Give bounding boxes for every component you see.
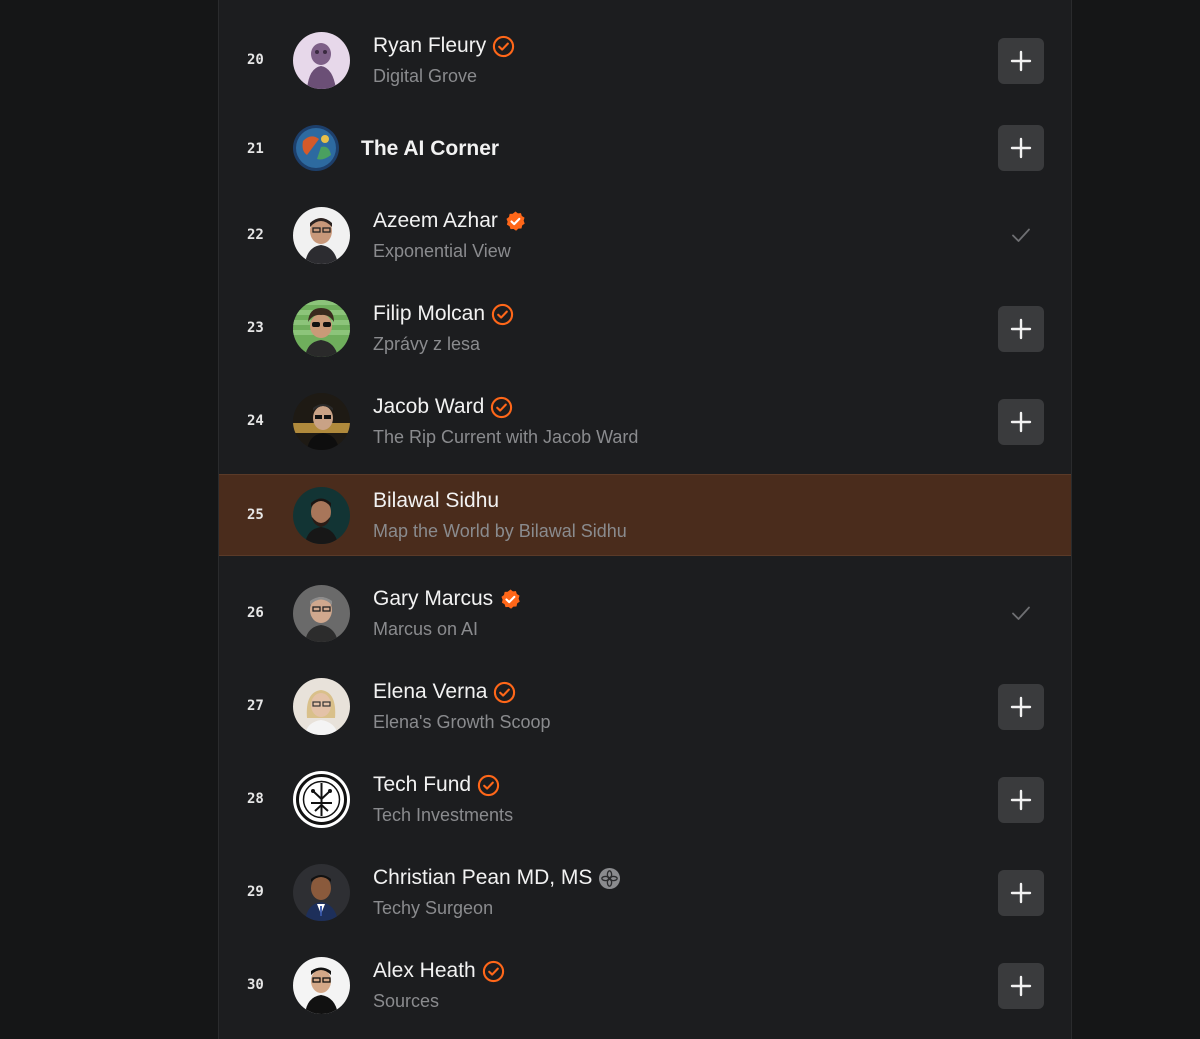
verified-filled-icon [504, 210, 527, 233]
publication-name[interactable]: Techy Surgeon [373, 898, 493, 919]
verified-outline-icon [482, 960, 505, 983]
author-name[interactable]: Elena Verna [373, 680, 487, 704]
publication-name[interactable]: Elena's Growth Scoop [373, 712, 551, 733]
avatar[interactable] [293, 957, 350, 1014]
add-button[interactable] [998, 963, 1044, 1009]
list-item-highlighted[interactable]: 25 Bilawal Sidhu Map the World by Bilawa… [219, 474, 1071, 556]
list-item[interactable]: 29 Christian Pean MD, MS Techy Surgeon [219, 846, 1071, 939]
avatar[interactable] [293, 207, 350, 264]
plus-icon [1010, 318, 1032, 340]
plus-icon [1010, 882, 1032, 904]
add-button[interactable] [998, 870, 1044, 916]
leaderboard-panel: 20 Ryan Fleury Digital Grove 21 The AI C… [218, 0, 1072, 1039]
publication-name[interactable]: The Rip Current with Jacob Ward [373, 427, 638, 448]
plus-icon [1010, 411, 1032, 433]
verified-outline-icon [493, 681, 516, 704]
plus-icon [1010, 696, 1032, 718]
list-item[interactable]: 23 Filip Molcan Zprávy z lesa [219, 282, 1071, 375]
list-item[interactable]: 27 Elena Verna Elena's Growth Scoop [219, 660, 1071, 753]
author-name[interactable]: Christian Pean MD, MS [373, 866, 592, 890]
publication-name[interactable]: Marcus on AI [373, 619, 478, 640]
rank-number: 25 [247, 507, 264, 523]
rank-number: 23 [247, 320, 264, 336]
author-name[interactable]: Tech Fund [373, 773, 471, 797]
add-button[interactable] [998, 125, 1044, 171]
author-name[interactable]: Bilawal Sidhu [373, 489, 499, 513]
avatar[interactable] [293, 32, 350, 89]
rank-number: 22 [247, 227, 264, 243]
publication-name[interactable]: Map the World by Bilawal Sidhu [373, 521, 627, 542]
rank-number: 20 [247, 52, 264, 68]
verified-outline-icon [477, 774, 500, 797]
verified-outline-icon [491, 303, 514, 326]
list-item[interactable]: 20 Ryan Fleury Digital Grove [219, 14, 1071, 107]
publication-name[interactable]: Tech Investments [373, 805, 513, 826]
avatar[interactable] [293, 487, 350, 544]
author-name[interactable]: Ryan Fleury [373, 34, 486, 58]
publication-title[interactable]: The AI Corner [361, 137, 499, 161]
list-item[interactable]: 22 Azeem Azhar Exponential View [219, 189, 1071, 282]
publication-name[interactable]: Zprávy z lesa [373, 334, 480, 355]
plus-icon [1010, 137, 1032, 159]
avatar[interactable] [293, 393, 350, 450]
plus-icon [1010, 50, 1032, 72]
rank-number: 26 [247, 605, 264, 621]
avatar[interactable] [293, 771, 350, 828]
author-name[interactable]: Alex Heath [373, 959, 476, 983]
rank-number: 27 [247, 698, 264, 714]
add-button[interactable] [998, 399, 1044, 445]
plus-icon [1010, 975, 1032, 997]
publication-name[interactable]: Exponential View [373, 241, 511, 262]
author-name[interactable]: Jacob Ward [373, 395, 484, 419]
author-name[interactable]: Azeem Azhar [373, 209, 498, 233]
rank-number: 29 [247, 884, 264, 900]
flower-icon [598, 867, 621, 890]
subscribed-check-icon[interactable] [1009, 223, 1033, 247]
add-button[interactable] [998, 38, 1044, 84]
add-button[interactable] [998, 684, 1044, 730]
list-item[interactable]: 21 The AI Corner [219, 107, 1071, 189]
rank-number: 24 [247, 413, 264, 429]
list-item[interactable]: 30 Alex Heath Sources [219, 939, 1071, 1032]
rank-number: 21 [247, 141, 264, 157]
avatar[interactable] [293, 300, 350, 357]
avatar[interactable] [293, 864, 350, 921]
publication-name[interactable]: Digital Grove [373, 66, 477, 87]
avatar[interactable] [293, 585, 350, 642]
publication-name[interactable]: Sources [373, 991, 439, 1012]
author-name[interactable]: Filip Molcan [373, 302, 485, 326]
verified-outline-icon [490, 396, 513, 419]
list-item[interactable]: 28 Tech Fund Tech Investments [219, 753, 1071, 846]
list-item[interactable]: 24 Jacob Ward The Rip Current with Jacob… [219, 375, 1071, 474]
subscribed-check-icon[interactable] [1009, 601, 1033, 625]
add-button[interactable] [998, 777, 1044, 823]
verified-outline-icon [492, 35, 515, 58]
rank-number: 30 [247, 977, 264, 993]
author-name[interactable]: Gary Marcus [373, 587, 493, 611]
verified-filled-icon [499, 588, 522, 611]
rank-number: 28 [247, 791, 264, 807]
list-item[interactable]: 26 Gary Marcus Marcus on AI [219, 567, 1071, 660]
avatar[interactable] [293, 678, 350, 735]
add-button[interactable] [998, 306, 1044, 352]
avatar[interactable] [293, 125, 339, 171]
plus-icon [1010, 789, 1032, 811]
